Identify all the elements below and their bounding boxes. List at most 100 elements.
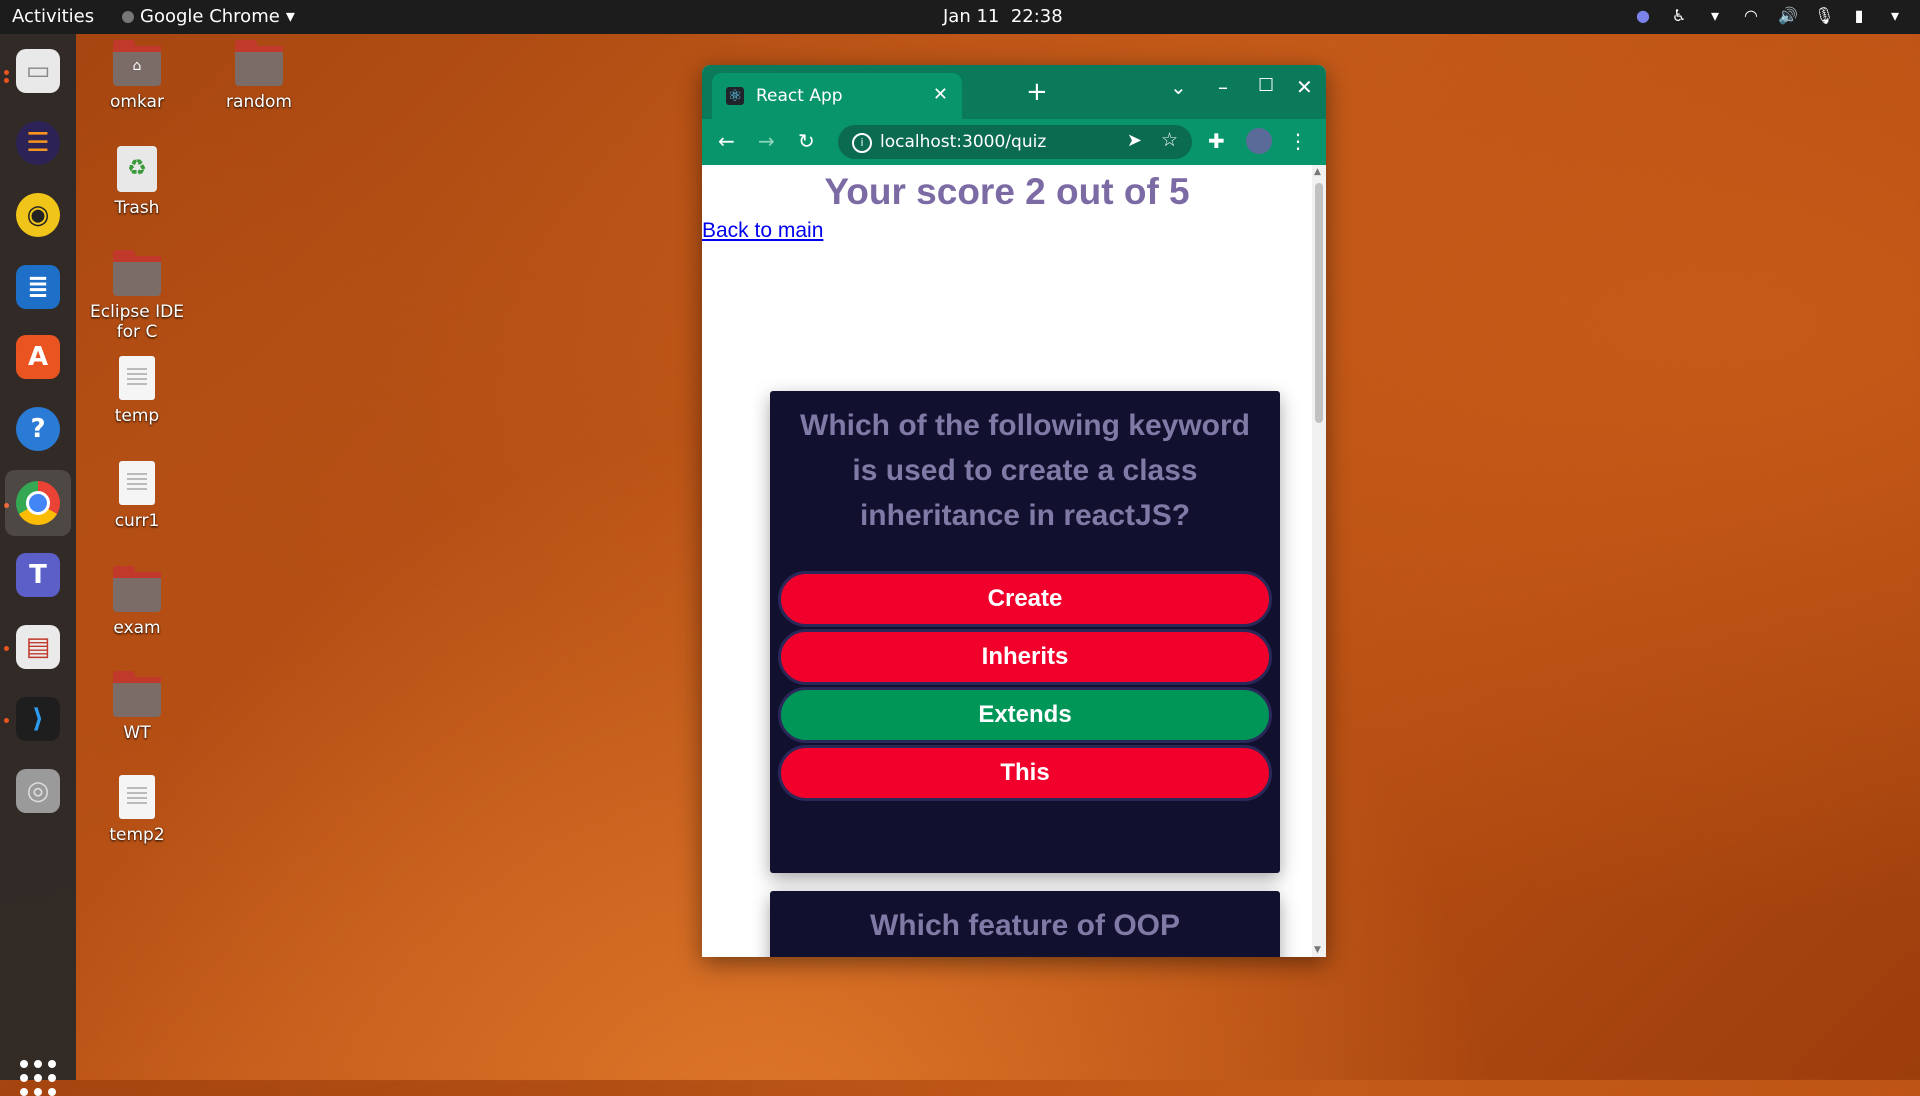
files-app[interactable]: ▭ [5, 38, 71, 104]
help-icon: ? [16, 407, 60, 451]
folder-icon [113, 250, 161, 296]
app-name: Google Chrome [140, 6, 280, 27]
scrollbar[interactable]: ▲ ▼ [1312, 165, 1326, 957]
rhythmbox-app[interactable]: ◉ [5, 182, 71, 248]
vscode-app[interactable]: ⟩ [5, 686, 71, 752]
eclipse-app[interactable]: ☰ [5, 110, 71, 176]
microphone-icon[interactable]: 🎙 [1814, 6, 1834, 25]
document-viewer-app[interactable]: ▤ [5, 614, 71, 680]
teams-tray-icon[interactable]: ● [1634, 6, 1652, 25]
accessibility-icon[interactable]: ♿ [1670, 6, 1688, 25]
dock: ▭ ☰ ◉ ≣ A ? T ▤ ⟩ ◎ [0, 34, 76, 1096]
option-button[interactable]: Inherits [778, 629, 1272, 685]
option-button[interactable]: Create [778, 571, 1272, 627]
volume-icon[interactable]: 🔊 [1778, 6, 1798, 25]
chrome-icon [122, 10, 134, 23]
toolbar: ← → ↻ i localhost:3000/quiz ➤ ☆ ✚ ⋮ [702, 119, 1326, 165]
speaker-icon: ◉ [16, 193, 60, 237]
back-arrow-icon[interactable]: ← [718, 129, 735, 153]
desktop-icon-label: curr1 [114, 511, 160, 531]
extensions-icon[interactable]: ✚ [1208, 129, 1225, 153]
help-app[interactable]: ? [5, 396, 71, 462]
desktop-folder-exam[interactable]: exam [82, 566, 192, 638]
url-text[interactable]: localhost:3000/quiz [880, 132, 1046, 152]
top-bar: Activities Google Chrome ▾ Jan 11 22:38 … [0, 0, 1920, 34]
star-icon[interactable]: ☆ [1161, 129, 1178, 151]
show-applications-icon[interactable] [20, 1060, 56, 1096]
desktop-icon-label: temp2 [109, 825, 165, 845]
chrome-window: ⚛ React App ✕ + ⌄ – ☐ ✕ ← → ↻ i localhos… [702, 65, 1326, 957]
scrollbar-thumb[interactable] [1315, 183, 1323, 423]
date: Jan 11 [943, 6, 1000, 27]
maximize-icon[interactable]: ☐ [1258, 75, 1274, 96]
app-menu[interactable]: Google Chrome ▾ [122, 6, 295, 27]
menu-icon[interactable]: ⋮ [1288, 129, 1308, 153]
option-button[interactable]: Extends [778, 687, 1272, 743]
desktop-file-temp[interactable]: temp [82, 356, 192, 426]
page-content: Your score 2 out of 5 Back to main Which… [702, 165, 1312, 957]
desktop-folder-random[interactable]: random [204, 40, 314, 112]
desktop-folder-omkar[interactable]: ⌂ omkar [82, 40, 192, 112]
activities-button[interactable]: Activities [12, 6, 94, 27]
desktop-folder-wt[interactable]: WT [82, 671, 192, 743]
document-icon: ≣ [16, 265, 60, 309]
desktop-icon-label: Trash [114, 198, 160, 218]
scroll-up-icon[interactable]: ▲ [1314, 167, 1321, 177]
question-text: Which of the following keyword is used t… [800, 409, 1250, 532]
chrome-app[interactable] [5, 470, 71, 536]
folder-icon [113, 671, 161, 717]
wifi-icon[interactable]: ◠ [1742, 6, 1760, 25]
teams-app[interactable]: T [5, 542, 71, 608]
tab-title: React App [756, 86, 843, 106]
scroll-down-icon[interactable]: ▼ [1314, 945, 1321, 955]
software-app[interactable]: A [5, 324, 71, 390]
new-tab-button[interactable]: + [1026, 77, 1048, 107]
writer-app[interactable]: ≣ [5, 254, 71, 320]
system-tray[interactable]: ● ♿ ▾ ◠ 🔊 🎙 ▮ ▾ [1634, 6, 1904, 25]
text-file-icon [119, 461, 155, 505]
desktop-icon-label: Eclipse IDE for C [90, 302, 184, 342]
text-file-icon [119, 356, 155, 400]
desktop-folder-eclipse[interactable]: Eclipse IDE for C [82, 250, 192, 342]
address-bar[interactable]: i localhost:3000/quiz ➤ ☆ [838, 125, 1192, 159]
react-favicon-icon: ⚛ [726, 86, 744, 105]
option-button[interactable]: This [778, 745, 1272, 801]
desktop-icon-label: omkar [110, 92, 164, 112]
desktop-trash[interactable]: ♻ Trash [82, 146, 192, 218]
forward-arrow-icon[interactable]: → [758, 129, 775, 153]
clock[interactable]: Jan 11 22:38 [943, 6, 1063, 27]
question-card: Which feature of OOP [770, 891, 1280, 957]
info-icon[interactable]: i [852, 133, 872, 153]
folder-icon [113, 566, 161, 612]
close-icon[interactable]: ✕ [933, 84, 948, 105]
teams-icon: T [16, 553, 60, 597]
score-heading: Your score 2 out of 5 [824, 171, 1190, 212]
desktop-icon-label: temp [114, 406, 160, 426]
chevron-down-icon[interactable]: ▾ [1886, 6, 1904, 25]
desktop-file-curr1[interactable]: curr1 [82, 461, 192, 531]
desktop-icon-label: WT [123, 723, 151, 743]
battery-icon[interactable]: ▮ [1850, 6, 1868, 25]
disk-icon: ◎ [16, 769, 60, 813]
vscode-icon: ⟩ [16, 697, 60, 741]
chevron-down-icon[interactable]: ▾ [1706, 6, 1724, 25]
chevron-down-icon: ▾ [285, 6, 295, 27]
disk-app[interactable]: ◎ [5, 758, 71, 824]
tab-search-icon[interactable]: ⌄ [1170, 75, 1187, 99]
profile-avatar[interactable] [1246, 128, 1272, 154]
text-file-icon [119, 775, 155, 819]
desktop-icon-label: exam [113, 618, 161, 638]
trash-icon: ♻ [117, 146, 157, 192]
close-window-icon[interactable]: ✕ [1296, 75, 1313, 99]
time: 22:38 [1010, 6, 1063, 27]
tab-react-app[interactable]: ⚛ React App ✕ [712, 73, 962, 119]
reload-icon[interactable]: ↻ [798, 129, 815, 153]
desktop-file-temp2[interactable]: temp2 [82, 775, 192, 845]
question-card: Which of the following keyword is used t… [770, 391, 1280, 873]
home-folder-icon: ⌂ [113, 40, 161, 86]
question-text: Which feature of OOP [869, 909, 1181, 942]
tab-strip: ⚛ React App ✕ + ⌄ – ☐ ✕ [702, 65, 1326, 119]
back-to-main-link[interactable]: Back to main [702, 219, 823, 243]
send-icon[interactable]: ➤ [1127, 130, 1142, 151]
minimize-icon[interactable]: – [1218, 75, 1228, 99]
